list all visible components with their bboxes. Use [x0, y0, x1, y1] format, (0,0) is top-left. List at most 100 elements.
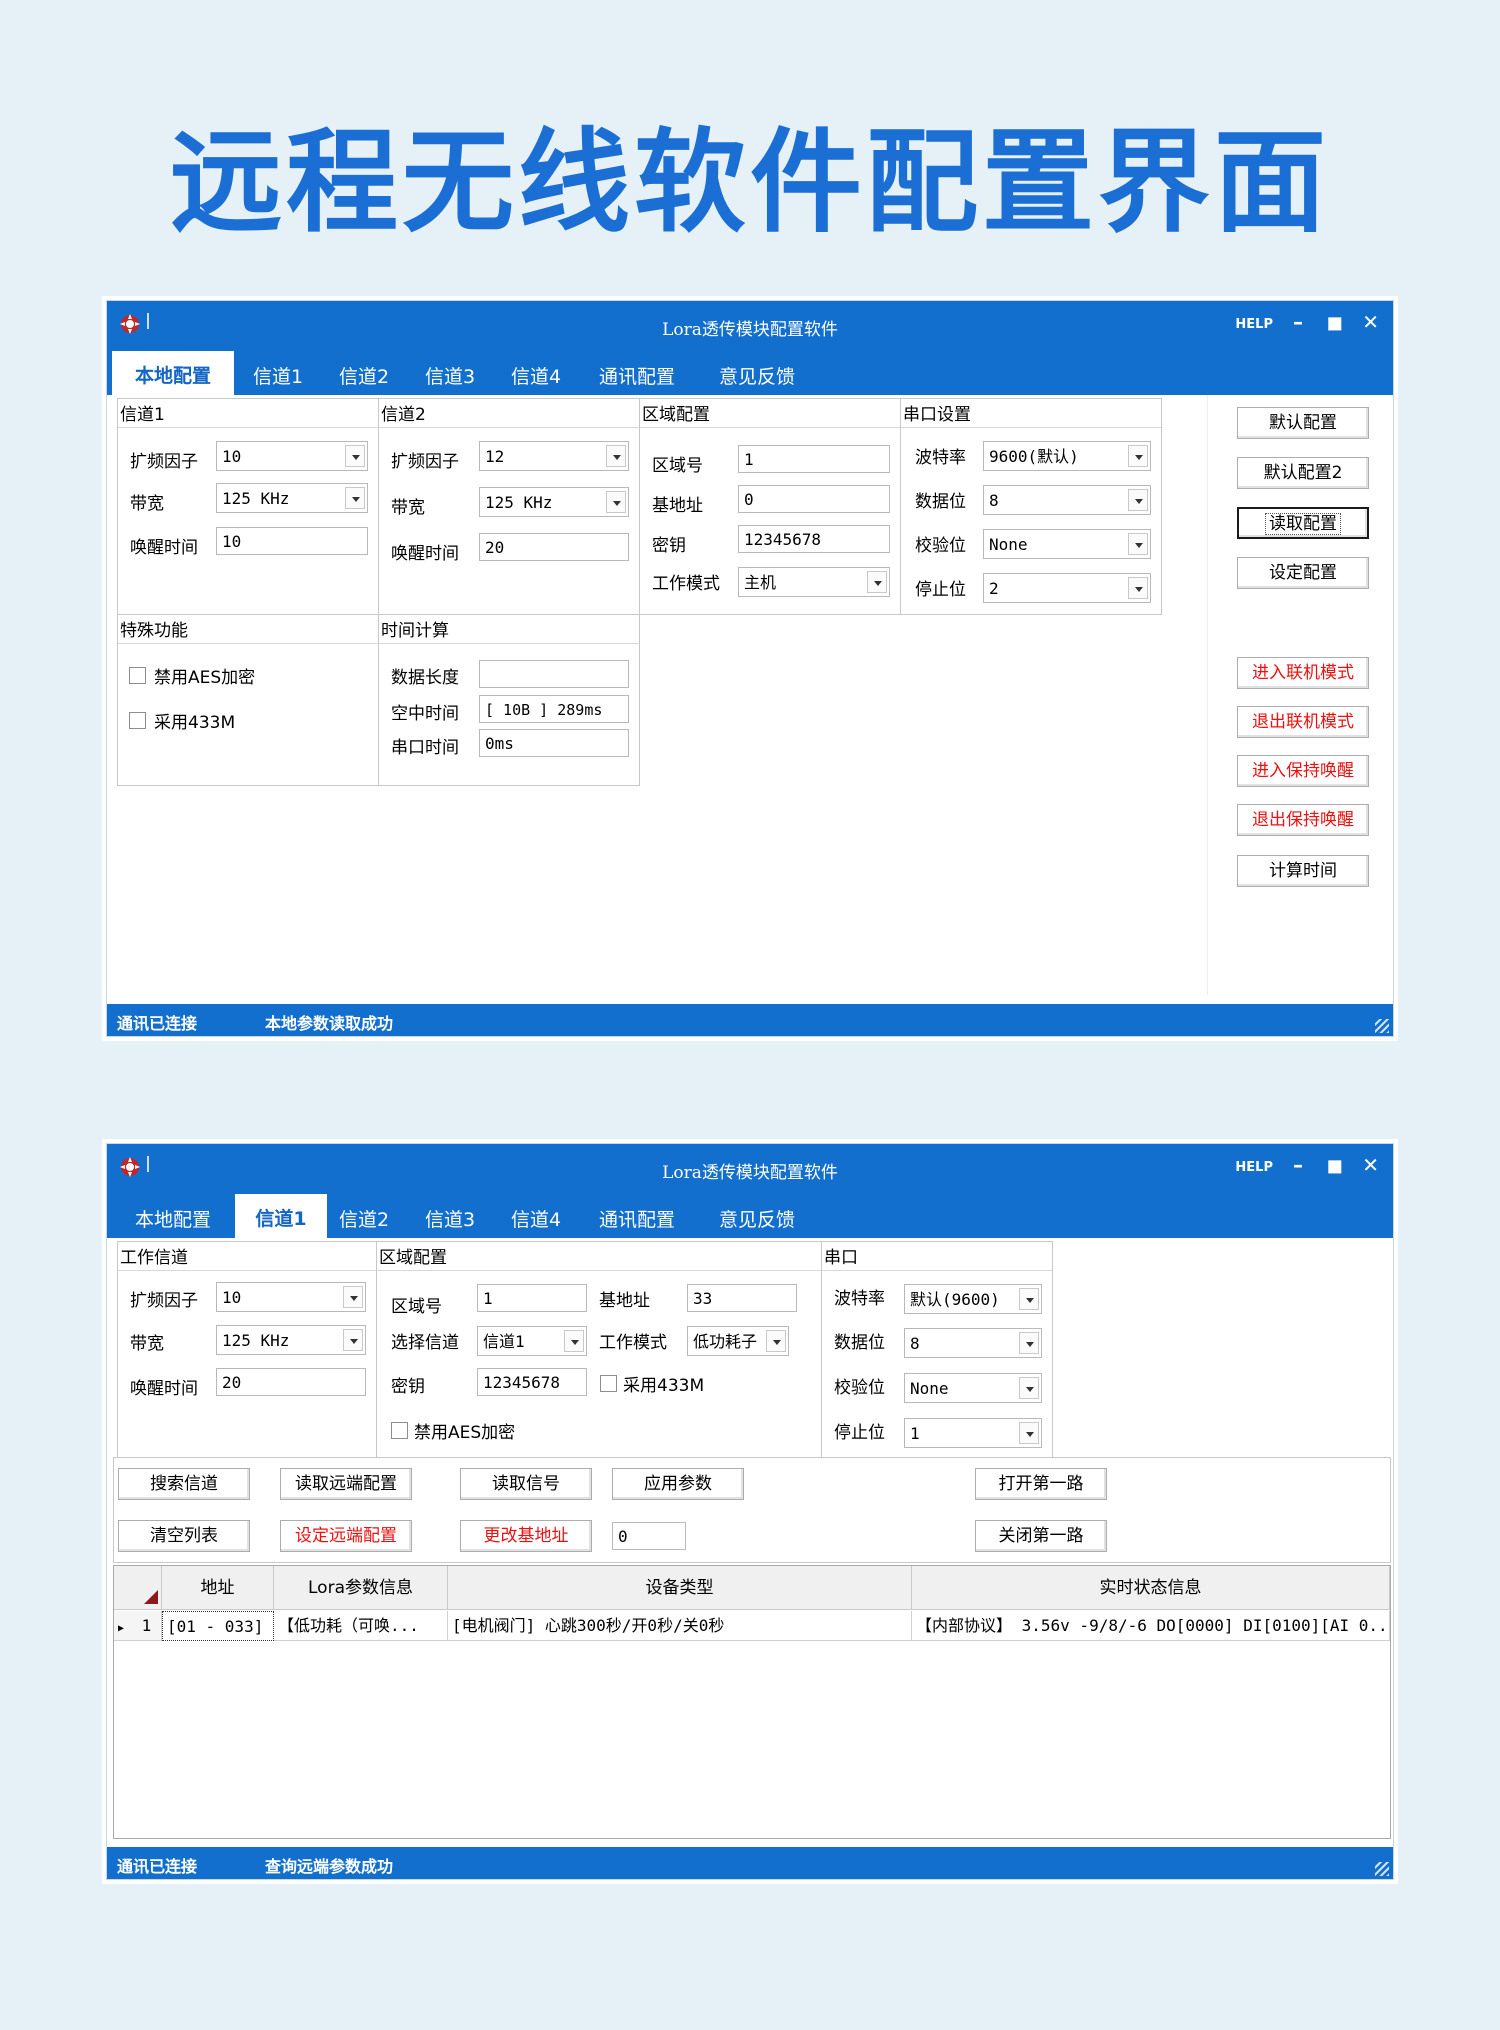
column-header-status[interactable]: 实时状态信息 [912, 1566, 1390, 1610]
chevron-down-icon[interactable] [606, 445, 626, 467]
data-length-input[interactable] [479, 660, 629, 688]
base-address-input[interactable]: 0 [612, 1522, 686, 1550]
help-button[interactable]: HELP [1235, 317, 1273, 332]
parity-select[interactable]: None [904, 1373, 1042, 1403]
exit-online-mode-button[interactable]: 退出联机模式 [1237, 706, 1369, 738]
open-channel1-button[interactable]: 打开第一路 [975, 1468, 1107, 1500]
chevron-down-icon[interactable] [564, 1330, 584, 1352]
key-input[interactable]: 12345678 [477, 1368, 587, 1396]
base-input[interactable]: 0 [738, 485, 890, 513]
chevron-down-icon[interactable] [1019, 1422, 1039, 1444]
sf-select[interactable]: 10 [216, 1282, 366, 1312]
maximize-icon[interactable]: ◼ [1326, 312, 1343, 332]
zone-input[interactable]: 1 [477, 1284, 587, 1312]
use-433m-checkbox[interactable] [129, 712, 146, 729]
tab-channel3[interactable]: 信道3 [409, 1203, 491, 1238]
use-433m-checkbox[interactable] [600, 1375, 617, 1392]
chevron-down-icon[interactable] [343, 1329, 363, 1351]
cell-lora-info[interactable]: 【低功耗（可唤... [274, 1611, 448, 1641]
chevron-down-icon[interactable] [1128, 577, 1148, 599]
maximize-icon[interactable]: ◼ [1326, 1155, 1343, 1175]
chevron-down-icon[interactable] [345, 487, 365, 509]
read-remote-config-button[interactable]: 读取远端配置 [280, 1468, 412, 1500]
chevron-down-icon[interactable] [1019, 1288, 1039, 1310]
base-input[interactable]: 33 [687, 1284, 797, 1312]
cell-device-type[interactable]: [电机阀门] 心跳300秒/开0秒/关0秒 [448, 1611, 912, 1641]
chevron-down-icon[interactable] [1128, 489, 1148, 511]
tab-channel4[interactable]: 信道4 [495, 360, 577, 395]
read-signal-button[interactable]: 读取信号 [460, 1468, 592, 1500]
bw-select[interactable]: 125 KHz [479, 487, 629, 517]
tab-channel3[interactable]: 信道3 [409, 360, 491, 395]
chevron-down-icon[interactable] [343, 1286, 363, 1308]
wake-input[interactable]: 20 [216, 1368, 366, 1396]
chevron-down-icon[interactable] [867, 571, 887, 593]
chevron-down-icon[interactable] [766, 1330, 786, 1352]
zone-input[interactable]: 1 [738, 445, 890, 473]
column-header-device-type[interactable]: 设备类型 [448, 1566, 912, 1610]
close-icon[interactable]: ✕ [1362, 1155, 1379, 1175]
column-header-lora[interactable]: Lora参数信息 [274, 1566, 448, 1610]
calc-time-button[interactable]: 计算时间 [1237, 855, 1369, 887]
column-header-address[interactable]: 地址 [162, 1566, 274, 1610]
tab-channel1[interactable]: 信道1 [235, 1194, 327, 1238]
baud-select[interactable]: 默认(9600) [904, 1284, 1042, 1314]
table-row-header[interactable]: ▶ 1 [114, 1611, 162, 1641]
apply-params-button[interactable]: 应用参数 [612, 1468, 744, 1500]
bw-select[interactable]: 125 KHz [216, 483, 368, 513]
aes-disable-checkbox[interactable] [129, 667, 146, 684]
key-input[interactable]: 12345678 [738, 525, 890, 553]
default-config2-button[interactable]: 默认配置2 [1237, 457, 1369, 489]
title-bar[interactable]: Lora透传模块配置软件 HELP – ◼ ✕ [107, 301, 1393, 360]
tab-local-config[interactable]: 本地配置 [112, 351, 234, 395]
chevron-down-icon[interactable] [1128, 445, 1148, 467]
read-config-button[interactable]: 读取配置 [1237, 507, 1369, 539]
chevron-down-icon[interactable] [1128, 533, 1148, 555]
tab-channel1[interactable]: 信道1 [237, 360, 319, 395]
mode-select[interactable]: 主机 [738, 567, 890, 597]
change-base-address-button[interactable]: 更改基地址 [460, 1520, 592, 1552]
tab-local-config[interactable]: 本地配置 [112, 1203, 234, 1238]
data-bits-select[interactable]: 8 [904, 1328, 1042, 1358]
tab-feedback[interactable]: 意见反馈 [702, 360, 812, 395]
wake-input[interactable]: 20 [479, 533, 629, 561]
cell-realtime-status[interactable]: 【内部协议】 3.56v -9/8/-6 DO[0000] DI[0100][A… [912, 1611, 1390, 1641]
close-channel1-button[interactable]: 关闭第一路 [975, 1520, 1107, 1552]
enter-keep-wake-button[interactable]: 进入保持唤醒 [1237, 755, 1369, 787]
clear-list-button[interactable]: 清空列表 [118, 1520, 250, 1552]
exit-keep-wake-button[interactable]: 退出保持唤醒 [1237, 804, 1369, 836]
minimize-icon[interactable]: – [1293, 1155, 1303, 1175]
default-config-button[interactable]: 默认配置 [1237, 407, 1369, 439]
sf-select[interactable]: 12 [479, 441, 629, 471]
chevron-down-icon[interactable] [1019, 1332, 1039, 1354]
chevron-down-icon[interactable] [345, 445, 365, 467]
baud-select[interactable]: 9600(默认) [983, 441, 1151, 471]
tab-feedback[interactable]: 意见反馈 [702, 1203, 812, 1238]
tab-channel2[interactable]: 信道2 [323, 360, 405, 395]
data-bits-select[interactable]: 8 [983, 485, 1151, 515]
tab-channel2[interactable]: 信道2 [323, 1203, 405, 1238]
bw-select[interactable]: 125 KHz [216, 1325, 366, 1355]
tab-comm-config[interactable]: 通讯配置 [582, 360, 692, 395]
aes-disable-checkbox[interactable] [391, 1422, 408, 1439]
parity-select[interactable]: None [983, 529, 1151, 559]
tab-channel4[interactable]: 信道4 [495, 1203, 577, 1238]
help-button[interactable]: HELP [1235, 1160, 1273, 1175]
wake-input[interactable]: 10 [216, 527, 368, 555]
tab-comm-config[interactable]: 通讯配置 [582, 1203, 692, 1238]
sf-select[interactable]: 10 [216, 441, 368, 471]
stop-bits-select[interactable]: 2 [983, 573, 1151, 603]
chevron-down-icon[interactable] [1019, 1377, 1039, 1399]
set-config-button[interactable]: 设定配置 [1237, 557, 1369, 589]
stop-bits-select[interactable]: 1 [904, 1418, 1042, 1448]
channel-select[interactable]: 信道1 [477, 1326, 587, 1356]
cell-address[interactable]: [01 - 033] [162, 1611, 274, 1641]
resize-grip-icon[interactable] [1375, 1019, 1389, 1033]
mode-select[interactable]: 低功耗子 [687, 1326, 789, 1356]
close-icon[interactable]: ✕ [1362, 312, 1379, 332]
search-channel-button[interactable]: 搜索信道 [118, 1468, 250, 1500]
chevron-down-icon[interactable] [606, 491, 626, 513]
resize-grip-icon[interactable] [1375, 1862, 1389, 1876]
minimize-icon[interactable]: – [1293, 312, 1303, 332]
set-remote-config-button[interactable]: 设定远端配置 [280, 1520, 412, 1552]
